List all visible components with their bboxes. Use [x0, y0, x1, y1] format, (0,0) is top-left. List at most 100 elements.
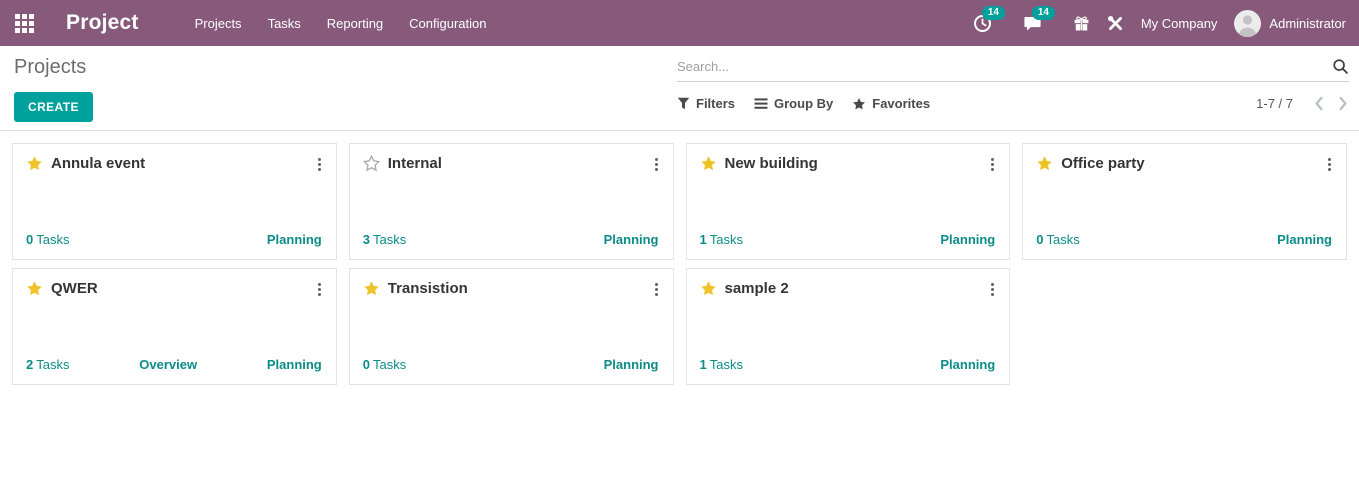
favorite-star-icon[interactable] [362, 155, 380, 172]
search-input[interactable] [677, 59, 1332, 74]
kebab-menu-icon[interactable] [316, 156, 323, 173]
user-name: Administrator [1269, 15, 1346, 31]
project-card[interactable]: QWER 2 Tasks Overview Planning [12, 268, 337, 385]
crossed-tools-icon [1107, 15, 1122, 30]
favorite-star-icon[interactable] [26, 155, 43, 172]
card-tasks-link[interactable]: 2 Tasks [26, 357, 69, 372]
user-menu[interactable]: Administrator [1234, 9, 1346, 37]
card-tasks-link[interactable]: 3 Tasks [363, 232, 406, 247]
card-stage-link[interactable]: Planning [1277, 232, 1332, 247]
project-card[interactable]: Annula event 0 Tasks Planning [12, 143, 337, 260]
filters-button[interactable]: Filters [677, 96, 735, 111]
card-tasks-link[interactable]: 1 Tasks [700, 357, 743, 372]
card-header: New building [700, 155, 996, 172]
project-card[interactable]: New building 1 Tasks Planning [685, 143, 1011, 260]
kebab-menu-icon[interactable] [653, 156, 660, 173]
page: Project Projects Tasks Reporting Configu… [0, 0, 1359, 397]
card-stage-link[interactable]: Planning [267, 357, 322, 372]
star-icon [853, 97, 866, 109]
project-card[interactable]: Internal 3 Tasks Planning [348, 143, 674, 260]
tasks-count: 0 [26, 232, 34, 247]
activities-badge: 14 [981, 5, 1005, 20]
card-tasks-link[interactable]: 0 Tasks [1036, 232, 1079, 247]
kebab-menu-icon[interactable] [653, 281, 660, 298]
card-tasks-link[interactable]: 0 Tasks [26, 232, 69, 247]
card-stage-link[interactable]: Planning [267, 232, 322, 247]
search-bar [677, 58, 1349, 82]
tasks-count: 1 [699, 357, 707, 372]
funnel-icon [677, 97, 690, 110]
menu-item-reporting[interactable]: Reporting [325, 12, 385, 35]
card-footer: 1 Tasks Planning [700, 357, 996, 372]
person-icon [1238, 14, 1257, 37]
card-middle-link[interactable]: Overview [139, 357, 197, 372]
card-header: Annula event [26, 155, 322, 172]
project-card[interactable]: Office party 0 Tasks Planning [1022, 143, 1347, 260]
project-card[interactable]: Transistion 0 Tasks Planning [348, 268, 674, 385]
tasks-label: Tasks [1046, 232, 1080, 247]
page-title: Projects [14, 56, 87, 78]
favorite-star-icon[interactable] [1036, 155, 1053, 172]
card-footer: 0 Tasks Planning [363, 357, 659, 372]
gift-button[interactable] [1073, 15, 1090, 32]
kebab-menu-icon[interactable] [316, 281, 323, 298]
card-stage-link[interactable]: Planning [604, 232, 659, 247]
tasks-count: 0 [362, 357, 370, 372]
tasks-label: Tasks [709, 232, 743, 247]
menu-item-tasks[interactable]: Tasks [266, 12, 303, 35]
favorite-star-icon[interactable] [26, 280, 43, 297]
navbar-systray: 14 14 My Company Administrator [973, 5, 1346, 37]
company-switcher[interactable]: My Company [1141, 16, 1218, 31]
tasks-label: Tasks [709, 357, 743, 372]
card-stage-link[interactable]: Planning [940, 232, 995, 247]
favorite-star-icon[interactable] [363, 280, 380, 297]
chevron-left-icon [1315, 96, 1323, 111]
card-header: Internal [362, 155, 660, 173]
filters-label: Filters [696, 96, 736, 111]
pager-prev-button[interactable] [1313, 96, 1324, 111]
create-button[interactable]: CREATE [14, 92, 93, 122]
card-header: Transistion [363, 280, 659, 297]
menu-item-projects[interactable]: Projects [193, 12, 244, 35]
card-tasks-link[interactable]: 0 Tasks [363, 357, 406, 372]
menu-item-configuration[interactable]: Configuration [407, 12, 488, 35]
messages-button[interactable]: 14 [1023, 5, 1055, 33]
card-title: QWER [51, 280, 98, 297]
kebab-menu-icon[interactable] [989, 281, 996, 298]
card-title: Office party [1061, 155, 1145, 172]
card-stage-link[interactable]: Planning [604, 357, 659, 372]
card-header: Office party [1036, 155, 1332, 172]
card-tasks-link[interactable]: 1 Tasks [700, 232, 743, 247]
activities-button[interactable]: 14 [973, 5, 1005, 33]
tasks-label: Tasks [372, 357, 407, 372]
card-title: sample 2 [724, 280, 789, 297]
favorites-button[interactable]: Favorites [852, 96, 930, 111]
control-panel: Projects CREATE Filters [0, 46, 1359, 131]
card-footer: 2 Tasks Overview Planning [26, 357, 322, 372]
control-panel-right: Filters Group By Favorites [677, 54, 1349, 111]
group-by-label: Group By [774, 96, 834, 111]
pager-next-button[interactable] [1338, 96, 1349, 111]
favorite-star-icon[interactable] [700, 280, 717, 297]
apps-menu-button[interactable] [13, 12, 36, 35]
search-icon[interactable] [1332, 58, 1349, 75]
project-card[interactable]: sample 2 1 Tasks Planning [685, 268, 1011, 385]
group-by-button[interactable]: Group By [754, 96, 833, 111]
card-footer: 0 Tasks Planning [1036, 232, 1332, 247]
tasks-count: 0 [1036, 232, 1044, 247]
tasks-count: 1 [699, 232, 707, 247]
tasks-label: Tasks [36, 232, 70, 247]
kebab-menu-icon[interactable] [989, 156, 996, 173]
tools-button[interactable] [1107, 15, 1124, 32]
navbar-menu: Projects Tasks Reporting Configuration [193, 12, 489, 35]
kebab-menu-icon[interactable] [1326, 156, 1333, 173]
control-panel-left: Projects CREATE [14, 54, 93, 122]
favorite-star-icon[interactable] [700, 155, 717, 172]
tasks-count: 2 [26, 357, 34, 372]
filter-row: Filters Group By Favorites 1-7 / 7 [677, 96, 1349, 111]
card-footer: 0 Tasks Planning [26, 232, 322, 247]
app-brand: Project [66, 11, 139, 34]
card-title: Transistion [387, 280, 468, 297]
card-stage-link[interactable]: Planning [940, 357, 995, 372]
card-title: New building [724, 155, 818, 172]
